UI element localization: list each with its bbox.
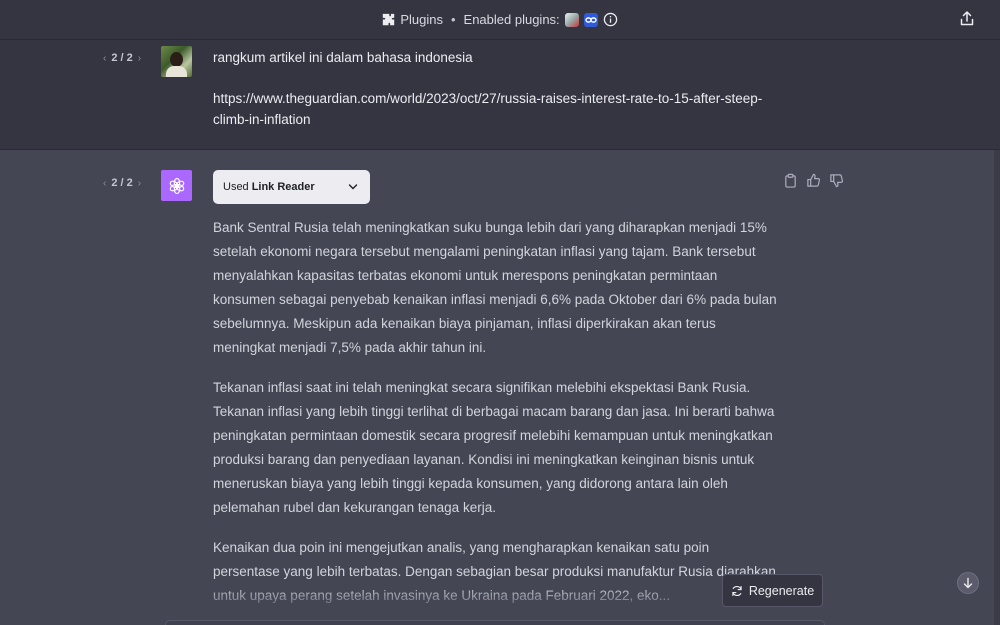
regenerate-label: Regenerate	[748, 583, 815, 598]
user-avatar	[161, 46, 192, 77]
scrollbar[interactable]	[994, 150, 1000, 625]
response-paragraph: Kenaikan dua poin ini mengejutkan analis…	[213, 540, 776, 603]
response-paragraph: Tekanan inflasi saat ini telah meningkat…	[213, 380, 775, 515]
regenerate-button[interactable]: Regenerate	[722, 574, 823, 607]
share-icon[interactable]	[958, 10, 976, 28]
top-bar: Plugins • Enabled plugins:	[0, 0, 1000, 40]
message-actions	[783, 173, 844, 188]
user-prompt: rangkum artikel ini dalam bahasa indones…	[213, 50, 473, 65]
webpilot-icon[interactable]	[564, 12, 579, 27]
separator: •	[450, 12, 456, 27]
next-response-icon[interactable]: ›	[138, 178, 141, 189]
info-icon[interactable]	[603, 12, 618, 27]
scroll-to-bottom-button[interactable]	[957, 572, 979, 594]
next-version-icon[interactable]: ›	[138, 53, 141, 64]
refresh-icon	[732, 585, 742, 596]
assistant-message-pager: ‹ 2 / 2 ›	[103, 177, 141, 189]
message-input[interactable]	[165, 620, 825, 625]
clipboard-icon[interactable]	[783, 173, 798, 188]
user-pager-label: 2 / 2	[111, 52, 133, 64]
link-reader-icon[interactable]	[583, 12, 598, 27]
openai-logo-icon	[169, 177, 184, 194]
arrow-down-icon	[963, 577, 973, 589]
chevron-down-icon	[348, 184, 358, 190]
previous-version-icon[interactable]: ‹	[103, 53, 106, 64]
assistant-response-text: Bank Sentral Rusia telah meningkatkan su…	[213, 216, 778, 624]
plugins-status: Plugins • Enabled plugins:	[382, 12, 617, 27]
plugins-label: Plugins	[400, 12, 443, 27]
response-paragraph: Bank Sentral Rusia telah meningkatkan su…	[213, 220, 777, 355]
thumbs-up-icon[interactable]	[806, 173, 821, 188]
used-plugin-prefix: Used	[223, 181, 249, 193]
used-plugin-name: Link Reader	[251, 181, 315, 193]
user-message-pager: ‹ 2 / 2 ›	[103, 52, 141, 64]
puzzle-icon	[383, 13, 395, 26]
openai-avatar	[161, 170, 192, 201]
used-plugin-dropdown[interactable]: Used Link Reader	[213, 170, 370, 204]
user-message-text: rangkum artikel ini dalam bahasa indones…	[213, 47, 773, 130]
assistant-pager-label: 2 / 2	[111, 177, 133, 189]
thumbs-down-icon[interactable]	[829, 173, 844, 188]
user-prompt-url: https://www.theguardian.com/world/2023/o…	[213, 91, 763, 127]
enabled-plugins-label: Enabled plugins:	[463, 12, 560, 27]
previous-response-icon[interactable]: ‹	[103, 178, 106, 189]
